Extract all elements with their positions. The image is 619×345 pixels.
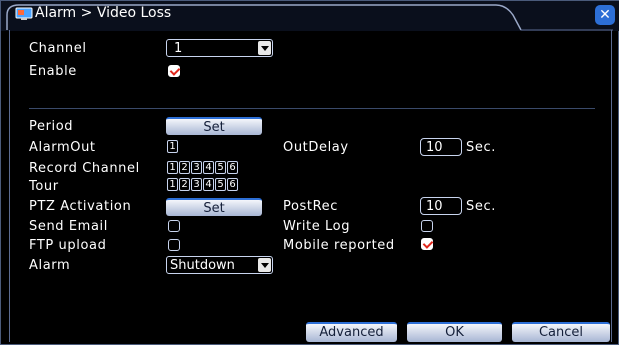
record-channel-5[interactable]: 5 bbox=[215, 161, 226, 174]
postrec-label: PostRec bbox=[283, 199, 338, 214]
outdelay-unit: Sec. bbox=[466, 140, 496, 155]
postrec-input[interactable]: 10 bbox=[420, 197, 462, 215]
camera-monitor-icon bbox=[15, 7, 33, 20]
record-channel-3[interactable]: 3 bbox=[191, 161, 202, 174]
alarm-value: Shutdown bbox=[170, 258, 235, 273]
cancel-button[interactable]: Cancel bbox=[512, 322, 610, 342]
alarmout-channel-1[interactable]: 1 bbox=[167, 140, 178, 153]
ptz-activation-label: PTZ Activation bbox=[29, 199, 132, 214]
tour-channel-5[interactable]: 5 bbox=[215, 178, 226, 191]
outdelay-input[interactable]: 10 bbox=[420, 138, 462, 156]
record-channel-6[interactable]: 6 bbox=[227, 161, 238, 174]
alarm-select[interactable]: Shutdown bbox=[166, 256, 273, 274]
outdelay-label: OutDelay bbox=[283, 140, 349, 155]
outdelay-value: 10 bbox=[426, 140, 443, 155]
send-email-checkbox[interactable] bbox=[168, 220, 180, 232]
tour-channel-3[interactable]: 3 bbox=[191, 178, 202, 191]
channel-value: 1 bbox=[174, 41, 183, 56]
write-log-label: Write Log bbox=[283, 219, 351, 234]
channel-label: Channel bbox=[29, 41, 87, 56]
record-channel-4[interactable]: 4 bbox=[203, 161, 214, 174]
mobile-reported-label: Mobile reported bbox=[283, 238, 395, 253]
enable-checkbox[interactable] bbox=[168, 65, 180, 77]
tour-label: Tour bbox=[29, 179, 59, 194]
chevron-down-icon[interactable] bbox=[258, 258, 271, 272]
tour-channel-2[interactable]: 2 bbox=[179, 178, 190, 191]
ftp-upload-checkbox[interactable] bbox=[168, 239, 180, 251]
postrec-unit: Sec. bbox=[466, 199, 496, 214]
tour-channel-1[interactable]: 1 bbox=[167, 178, 178, 191]
alarmout-label: AlarmOut bbox=[29, 140, 96, 155]
mobile-reported-checkbox[interactable] bbox=[421, 238, 433, 250]
close-icon[interactable]: ✕ bbox=[595, 5, 615, 25]
content-frame bbox=[9, 30, 612, 342]
record-channel-1[interactable]: 1 bbox=[167, 161, 178, 174]
dialog-title: Alarm > Video Loss bbox=[35, 5, 172, 21]
ptz-set-button[interactable]: Set bbox=[166, 198, 262, 216]
ftp-upload-label: FTP upload bbox=[29, 238, 107, 253]
write-log-checkbox[interactable] bbox=[421, 220, 433, 232]
tour-channel-4[interactable]: 4 bbox=[203, 178, 214, 191]
record-channel-2[interactable]: 2 bbox=[179, 161, 190, 174]
record-channel-label: Record Channel bbox=[29, 161, 140, 176]
postrec-value: 10 bbox=[426, 199, 443, 214]
section-divider bbox=[29, 108, 595, 109]
period-label: Period bbox=[29, 119, 74, 134]
enable-label: Enable bbox=[29, 64, 77, 79]
channel-select[interactable]: 1 bbox=[166, 39, 273, 57]
title-bar: Alarm > Video Loss ✕ bbox=[1, 1, 619, 31]
alarm-label: Alarm bbox=[29, 258, 71, 273]
tour-channel-6[interactable]: 6 bbox=[227, 178, 238, 191]
video-loss-dialog: Alarm > Video Loss ✕ Channel 1 Enable Pe… bbox=[0, 0, 619, 345]
period-set-button[interactable]: Set bbox=[166, 117, 262, 135]
ok-button[interactable]: OK bbox=[407, 322, 502, 342]
advanced-button[interactable]: Advanced bbox=[306, 322, 397, 342]
chevron-down-icon[interactable] bbox=[258, 41, 271, 55]
send-email-label: Send Email bbox=[29, 219, 108, 234]
